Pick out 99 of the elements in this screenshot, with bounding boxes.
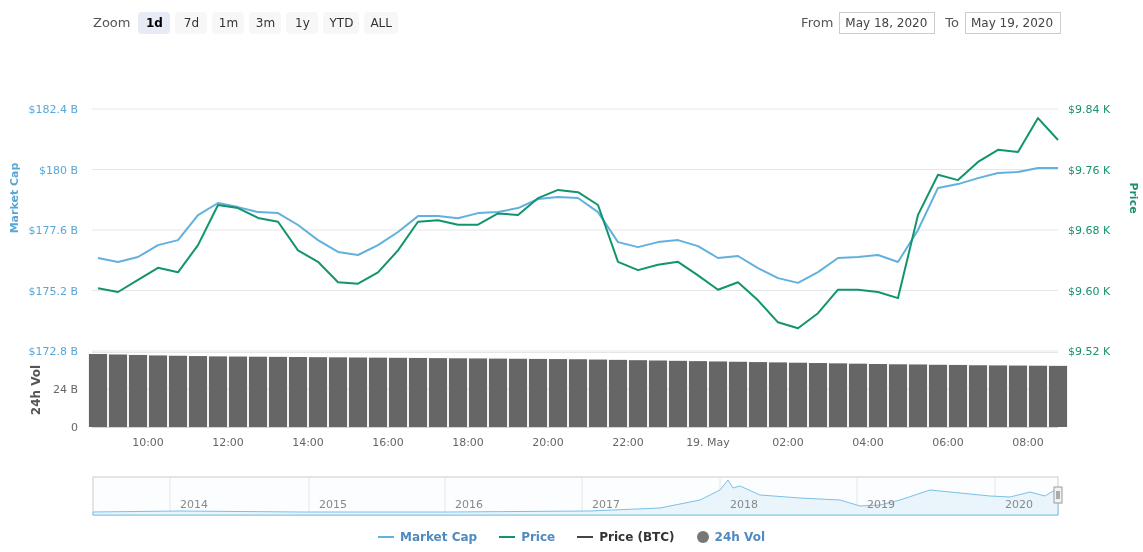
volume-bar (688, 361, 708, 427)
axis-label: 04:00 (852, 436, 884, 449)
legend-item[interactable]: Price (499, 528, 556, 546)
volume-bar (588, 359, 608, 427)
axis-label: $9.68 K (1068, 224, 1111, 237)
legend-item[interactable]: Market Cap (377, 528, 478, 546)
range-button[interactable]: 1y (286, 11, 319, 34)
zoom-label: Zoom (93, 13, 131, 32)
axis-label: 12:00 (212, 436, 244, 449)
volume-bar (728, 361, 748, 427)
axis-label: $9.60 K (1068, 284, 1111, 298)
date-field[interactable]: May 19, 2020 (965, 11, 1061, 34)
volume-bar (248, 356, 268, 427)
volume-bar (648, 360, 668, 427)
volume-bar (468, 358, 488, 427)
volume-bar (208, 356, 228, 427)
volume-bar (828, 363, 848, 427)
volume-bar (428, 358, 448, 427)
axis-label: $172.8 B (28, 345, 78, 357)
volume-bar (928, 364, 948, 427)
volume-bar (708, 361, 728, 427)
volume-bar (368, 357, 388, 427)
legend-item[interactable]: 24h Vol (696, 528, 765, 546)
volume-bar (628, 360, 648, 427)
axis-label: $9.84 K (1068, 103, 1111, 116)
axis-label: $9.52 K (1068, 345, 1111, 357)
legend-line-icon (577, 536, 594, 538)
volume-bar (268, 356, 288, 427)
volume-bar (288, 357, 308, 427)
axis-label: $182.4 B (28, 103, 78, 116)
axis-label: 2017 (592, 498, 620, 511)
volume-bar (948, 364, 968, 427)
axis-label: 16:00 (372, 436, 404, 449)
range-button[interactable]: 7d (175, 11, 208, 34)
volume-bar (148, 355, 168, 427)
volume-bar (968, 365, 988, 427)
axis-label: 20:00 (532, 436, 564, 449)
axis-label: $180 B (38, 163, 78, 177)
axis-label: $175.2 B (28, 284, 78, 298)
volume-bar (608, 359, 628, 427)
axis-label: 18:00 (452, 436, 484, 449)
volume-bar (1028, 365, 1048, 427)
range-button[interactable]: ALL (364, 11, 398, 34)
axis-label: 10:00 (132, 436, 164, 449)
volume-bar (408, 357, 428, 427)
volume-bar (528, 358, 548, 427)
range-button[interactable]: 3m (249, 11, 282, 34)
volume-bar (448, 358, 468, 427)
date-field[interactable]: May 18, 2020 (839, 11, 936, 34)
volume-bar (388, 357, 408, 427)
axis-label: 2015 (319, 498, 347, 511)
range-button[interactable]: 1m (212, 11, 245, 34)
volume-bar (768, 362, 788, 427)
volume-bar (548, 359, 568, 427)
volume-bar (988, 365, 1008, 427)
volume-bar (508, 358, 528, 427)
axis-label: $177.6 B (28, 224, 78, 237)
axis-label: 2016 (455, 498, 483, 511)
volume-bar (848, 363, 868, 427)
axis-title: Price (1127, 182, 1140, 214)
volume-bar (1048, 365, 1068, 427)
volume-bar (488, 358, 508, 427)
range-button[interactable]: 1d (138, 11, 171, 34)
axis-label: 06:00 (932, 436, 964, 449)
volume-bar (188, 356, 208, 427)
volume-bar (568, 359, 588, 427)
to-label: To (945, 13, 959, 32)
axis-label: 02:00 (772, 436, 804, 449)
range-button[interactable]: YTD (323, 11, 360, 34)
range-handle[interactable] (1053, 486, 1063, 504)
from-label: From (801, 13, 834, 32)
axis-label: 2014 (180, 498, 208, 511)
axis-title: Market Cap (8, 162, 21, 234)
volume-bar (868, 364, 888, 427)
axis-label: 14:00 (292, 436, 324, 449)
volume-bar (348, 357, 368, 427)
volume-bar (808, 363, 828, 427)
volume-bar (668, 360, 688, 427)
volume-bar (908, 364, 928, 427)
axis-label: 08:00 (1012, 436, 1044, 449)
volume-bar (788, 362, 808, 427)
axis-label: 24 B (52, 383, 78, 396)
legend-line-icon (377, 536, 394, 538)
volume-bar (228, 356, 248, 427)
volume-bar (328, 357, 348, 427)
volume-bar (748, 362, 768, 427)
axis-label: 0 (71, 421, 78, 434)
legend-line-icon (499, 536, 516, 538)
axis-label: 2018 (730, 498, 758, 511)
legend-item[interactable]: Price (BTC) (577, 528, 675, 546)
axis-label: $9.76 K (1068, 163, 1111, 177)
volume-bar (888, 364, 908, 427)
axis-label: 2020 (1005, 498, 1033, 511)
volume-bar (168, 355, 188, 427)
volume-bar (308, 357, 328, 427)
axis-label: 19. May (686, 436, 730, 449)
axis-title: 24h Vol (29, 364, 43, 416)
volume-bar (1008, 365, 1028, 427)
axis-label: 22:00 (612, 436, 644, 449)
